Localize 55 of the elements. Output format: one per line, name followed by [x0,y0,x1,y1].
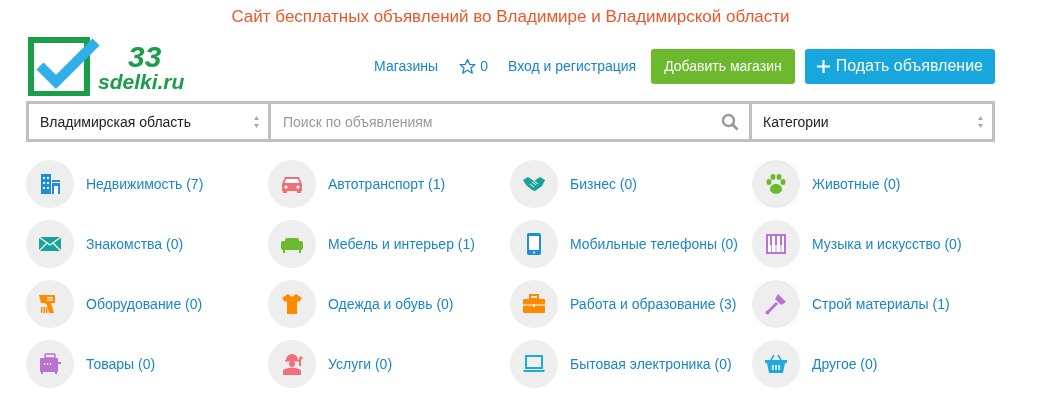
category-link[interactable]: Оборудование (0) [86,296,203,312]
plus-icon [816,59,830,73]
sort-arrows-icon [253,113,260,130]
login-link[interactable]: Вход и регистрация [507,58,637,74]
icon-circle[interactable] [268,220,316,268]
favorites-count[interactable]: 0 [480,58,488,74]
category-link[interactable]: Услуги (0) [328,356,393,372]
category-link[interactable]: Товары (0) [86,356,156,372]
icon-circle[interactable] [510,220,558,268]
icon-circle[interactable] [26,160,74,208]
icon-circle[interactable] [268,160,316,208]
paw-icon [764,172,788,196]
region-select[interactable]: Владимирская область [29,104,268,139]
category-link[interactable]: Музыка и искусство (0) [812,236,962,252]
piano-keys-icon [764,232,788,256]
icon-circle[interactable] [268,280,316,328]
icon-circle[interactable] [752,160,800,208]
site-headline: Сайт бесплатных объявлений во Владимире и Владимирской области [230,6,791,28]
category-link[interactable]: Мобильные телефоны (0) [570,236,738,252]
category-select[interactable]: Категории [752,104,992,139]
category-link[interactable]: Знакомства (0) [86,236,184,252]
t-shirt-icon [280,292,304,316]
category-link[interactable]: Другое (0) [812,356,878,372]
category-link[interactable]: Животные (0) [812,176,901,192]
star-icon[interactable] [459,57,477,75]
icon-circle[interactable] [26,340,74,388]
category-link[interactable]: Строй материалы (1) [812,296,950,312]
icon-circle[interactable] [752,280,800,328]
search-icon[interactable] [721,112,739,131]
category-link[interactable]: Автотранспорт (1) [328,176,446,192]
icon-circle[interactable] [510,280,558,328]
logo-domain[interactable]: sdelki.ru [98,71,185,93]
basket-icon [764,352,788,376]
building-icon [38,172,62,196]
icon-circle[interactable] [510,340,558,388]
post-ad-button[interactable]: Подать объявление [804,48,995,84]
category-link[interactable]: Мебель и интерьер (1) [328,236,475,252]
icon-circle[interactable] [26,220,74,268]
logo-number[interactable]: 33 [128,43,162,71]
category-link[interactable]: Одежда и обувь (0) [328,296,454,312]
category-link[interactable]: Бытовая электроника (0) [570,356,732,372]
shops-link[interactable]: Магазины [374,58,439,74]
category-link[interactable]: Бизнес (0) [570,176,637,192]
icon-circle[interactable] [26,280,74,328]
category-link[interactable]: Недвижимость (7) [86,176,204,192]
worker-icon [280,352,304,376]
icon-circle[interactable] [268,340,316,388]
toaster-icon [38,352,62,376]
category-link[interactable]: Работа и образование (3) [570,296,737,312]
sort-arrows-icon [977,113,984,130]
briefcase-icon [522,292,546,316]
add-shop-button[interactable]: Добавить магазин [651,48,795,84]
icon-circle[interactable] [752,220,800,268]
icon-circle[interactable] [510,160,558,208]
icon-circle[interactable] [752,340,800,388]
